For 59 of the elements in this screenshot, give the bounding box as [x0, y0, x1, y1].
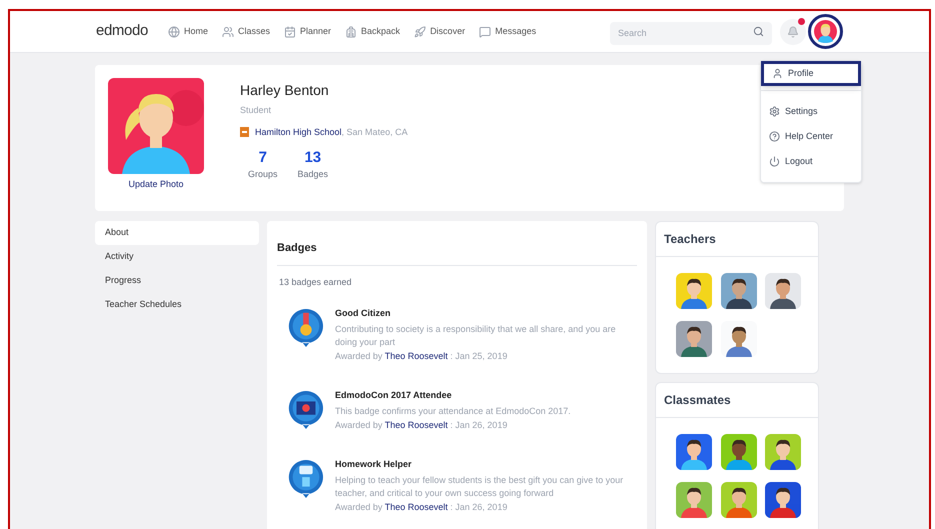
sidebar-item[interactable]: Activity — [95, 245, 259, 269]
badge-description: This badge confirms your attendance at EdmodoCon 2017. — [335, 404, 572, 418]
badge-icon — [287, 307, 325, 349]
award-line: Awarded by Theo Roosevelt : Jan 26, 2019 — [335, 500, 508, 514]
stat-value: 7 — [258, 149, 267, 168]
menu-item[interactable]: Help Center — [761, 124, 861, 149]
teacher-link[interactable]: Theo Roosevelt — [384, 350, 448, 360]
teacher-link[interactable]: Theo Roosevelt — [384, 420, 448, 430]
nav-link[interactable]: Discover — [414, 24, 466, 38]
settings-icon — [769, 106, 780, 117]
nav-link[interactable]: Backpack — [345, 24, 400, 38]
rocket-icon — [414, 26, 426, 38]
update-photo-link[interactable]: Update Photo — [128, 178, 184, 192]
profile-role: Student — [240, 104, 272, 117]
search-icon — [753, 26, 764, 37]
nav-link[interactable]: Planner — [284, 24, 332, 38]
badge-icon — [287, 389, 325, 431]
award-line: Awarded by Theo Roosevelt : Jan 26, 2019 — [335, 418, 508, 432]
sidebar-item[interactable]: Progress — [95, 269, 259, 293]
nav-link[interactable]: Classes — [222, 24, 270, 38]
notifications-button[interactable] — [780, 18, 806, 44]
stat-label: Badges — [298, 168, 328, 181]
badge-name: Homework Helper — [335, 458, 413, 471]
badge-name: EdmodoCon 2017 Attendee — [335, 389, 453, 402]
menu-item[interactable]: Settings — [761, 99, 861, 124]
help-icon — [769, 131, 780, 142]
badge-description: Helping to teach your fellow students is the best gift you can give to your teacher, and critical to your own success going forward — [335, 474, 624, 500]
nav-link[interactable]: Messages — [479, 24, 536, 38]
badge-description: Contributing to society is a responsibility that we all share, and you are doing your part — [335, 322, 617, 348]
globe-icon — [168, 26, 180, 38]
search-field[interactable]: Search — [610, 22, 772, 44]
people-icon — [222, 26, 234, 38]
stat-value: 13 — [304, 149, 322, 168]
menu-item[interactable]: Profile — [761, 61, 861, 86]
person-icon — [772, 68, 783, 79]
account-avatar-button[interactable] — [808, 14, 843, 49]
panel-title: Teachers — [656, 222, 818, 257]
badge-name: Good Citizen — [335, 307, 392, 320]
badge-icon — [287, 458, 325, 500]
stat-label: Groups — [248, 168, 278, 181]
power-icon — [769, 156, 780, 167]
bell-icon — [787, 26, 799, 38]
panel-title: Badges — [277, 221, 637, 266]
profile-name: Harley Benton — [240, 81, 330, 100]
school-link[interactable]: Hamilton High School — [255, 126, 342, 136]
badge-count: 13 badges earned — [279, 276, 353, 289]
teacher-link[interactable]: Theo Roosevelt — [384, 502, 448, 512]
backpack-icon — [345, 26, 358, 38]
panel-title: Classmates — [656, 383, 818, 418]
sidebar-item[interactable]: Teacher Schedules — [95, 293, 259, 317]
school-line: Hamilton High School, San Mateo, CA — [255, 126, 408, 139]
school-icon — [240, 127, 249, 138]
award-line: Awarded by Theo Roosevelt : Jan 25, 2019 — [335, 350, 508, 363]
menu-item[interactable]: Logout — [761, 149, 861, 174]
sidebar-item[interactable]: About — [95, 221, 259, 245]
logo: edmodo — [96, 21, 148, 42]
nav-link[interactable]: Home — [168, 24, 208, 38]
chat-icon — [479, 26, 492, 38]
calendar-icon — [284, 26, 296, 38]
